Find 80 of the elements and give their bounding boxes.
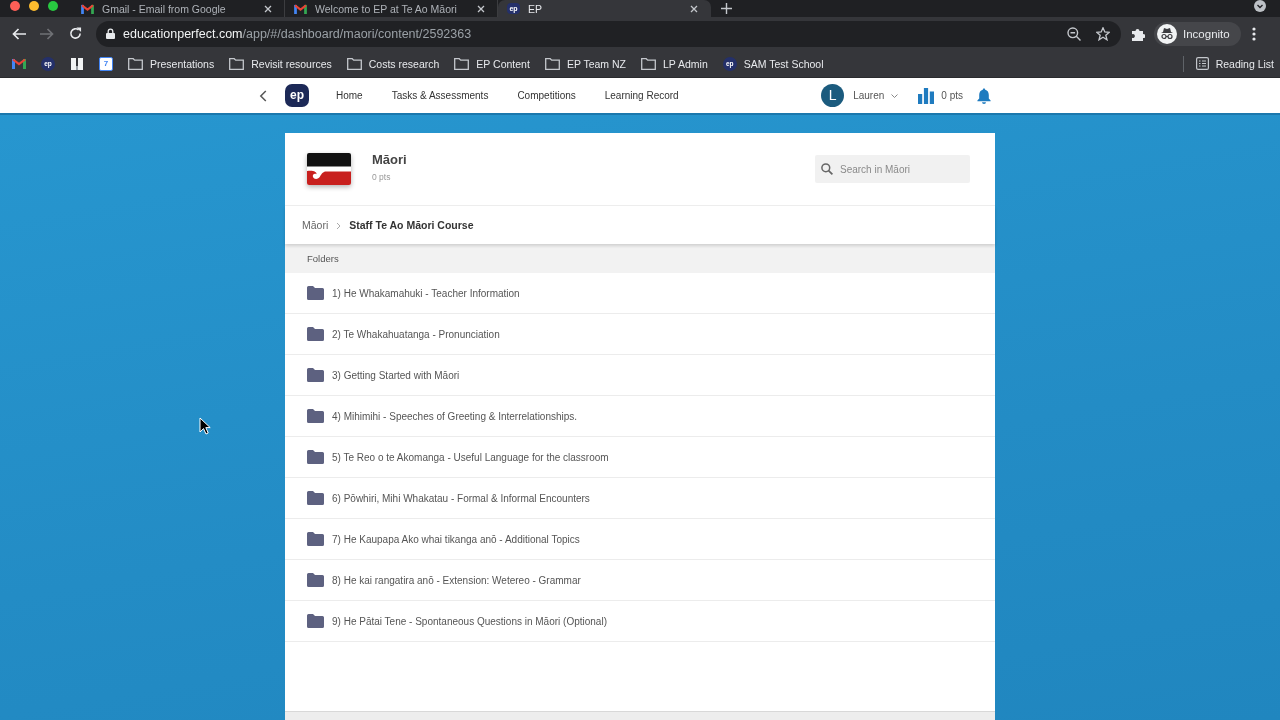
folder-icon: [128, 57, 143, 70]
folder-row[interactable]: 5) Te Reo o te Akomanga - Useful Language for the classroom: [285, 437, 995, 478]
maximize-window-icon[interactable]: [48, 1, 58, 11]
bookmark-link[interactable]: Costs research: [368, 57, 440, 70]
folder-row[interactable]: 1) He Whakamahuki - Teacher Information: [285, 273, 995, 314]
profile-button[interactable]: Incognito: [1154, 21, 1241, 46]
bookmark-link[interactable]: EP Team NZ: [566, 57, 626, 70]
lock-icon: [106, 28, 115, 39]
forward-arrow-icon: [40, 27, 54, 40]
flag-icon: [307, 153, 351, 185]
dropdown-circle-icon[interactable]: [1254, 0, 1266, 12]
caret-down-icon: [891, 93, 899, 98]
breadcrumb-link[interactable]: Māori: [302, 219, 329, 231]
book-icon[interactable]: [70, 56, 84, 71]
folder-icon: [307, 409, 324, 423]
close-icon[interactable]: [477, 4, 485, 13]
folder-icon: [307, 286, 324, 300]
address-bar[interactable]: educationperfect.com/app/#/dashboard/maori/content/2592363: [96, 20, 1121, 47]
points-text: 0 pts: [941, 90, 963, 101]
folder-icon: [307, 327, 324, 341]
mail-envelope-icon: [294, 3, 307, 14]
calendar-icon[interactable]: 7: [99, 56, 113, 71]
mouse-cursor-icon: [199, 417, 211, 435]
folder-row[interactable]: 8) He kai rangatira anō - Extension: Wetereo - Grammar: [285, 560, 995, 601]
kebab-menu-icon[interactable]: [1251, 26, 1256, 41]
nav-link[interactable]: Home: [336, 90, 363, 101]
folder-row[interactable]: 7) He Kaupapa Ako whai tikanga anō - Additional Topics: [285, 519, 995, 560]
folder-row[interactable]: 4) Mihimihi - Speeches of Greeting & Interrelationships.: [285, 396, 995, 437]
folder-icon: [346, 57, 362, 70]
new-tab-plus-icon[interactable]: [721, 3, 732, 14]
folder-icon: [307, 368, 324, 382]
bookmark-link[interactable]: SAM Test School: [743, 57, 824, 70]
incognito-icon: [1157, 23, 1177, 44]
reload-icon: [68, 27, 82, 40]
breadcrumb-current: Staff Te Ao Māori Course: [349, 219, 474, 231]
bookmark-link[interactable]: LP Admin: [663, 57, 708, 70]
back-arrow-icon: [12, 27, 26, 40]
folder-icon: [307, 450, 324, 464]
folder-icon: [307, 573, 324, 587]
nav-link[interactable]: Competitions: [517, 90, 576, 101]
folder-icon: [544, 57, 560, 70]
folder-icon: [454, 57, 470, 70]
bookmark-link[interactable]: EP Content: [476, 57, 530, 70]
zoom-out-icon[interactable]: [1067, 26, 1081, 41]
user-avatar: L: [821, 84, 845, 107]
bookmark-star-icon[interactable]: [1096, 26, 1110, 41]
folder-icon: [641, 57, 656, 70]
extensions-puzzle-icon[interactable]: [1131, 26, 1145, 41]
course-title: Māori: [372, 152, 407, 167]
nav-link[interactable]: Learning Record: [604, 90, 679, 101]
close-icon[interactable]: [264, 4, 272, 13]
folder-icon: [307, 532, 324, 546]
app-logo[interactable]: ep: [285, 84, 309, 107]
folder-row[interactable]: 3) Getting Started with Māori: [285, 355, 995, 396]
course-points: 0 pts: [372, 172, 392, 182]
folder-icon: [307, 614, 324, 628]
bar-chart-icon[interactable]: [918, 87, 935, 104]
minimize-window-icon[interactable]: [29, 1, 39, 11]
folder-row[interactable]: 6) Pōwhiri, Mihi Whakatau - Formal & Informal Encounters: [285, 478, 995, 519]
search-field[interactable]: Search in Māori: [815, 155, 970, 183]
url-text: educationperfect.com/app/#/dashboard/maori/content/2592363: [123, 26, 473, 41]
bookmark-link[interactable]: Revisit resources: [251, 57, 332, 70]
user-menu-button[interactable]: L Lauren: [821, 84, 899, 107]
folder-row[interactable]: 2) Te Whakahuatanga - Pronunciation: [285, 314, 995, 355]
mail-envelope-icon: [81, 3, 94, 14]
chevron-left-icon[interactable]: [259, 89, 267, 102]
reading-list-button[interactable]: Reading List: [1183, 57, 1274, 70]
notifications-bell-icon[interactable]: [977, 87, 991, 104]
close-icon[interactable]: [690, 4, 698, 13]
chevron-right-icon: [336, 221, 342, 230]
section-header: Folders: [285, 244, 995, 273]
close-window-icon[interactable]: [10, 1, 20, 11]
folder-icon: [307, 491, 324, 505]
bookmark-link[interactable]: Presentations: [150, 57, 215, 70]
folder-icon: [229, 57, 245, 70]
nav-link[interactable]: Tasks & Assessments: [391, 90, 489, 101]
list-icon: [1195, 57, 1209, 70]
folder-row[interactable]: 9) He Pātai Tene - Spontaneous Questions in Māori (Optional): [285, 601, 995, 642]
mail-envelope-icon[interactable]: [12, 58, 26, 69]
search-icon: [821, 163, 833, 175]
